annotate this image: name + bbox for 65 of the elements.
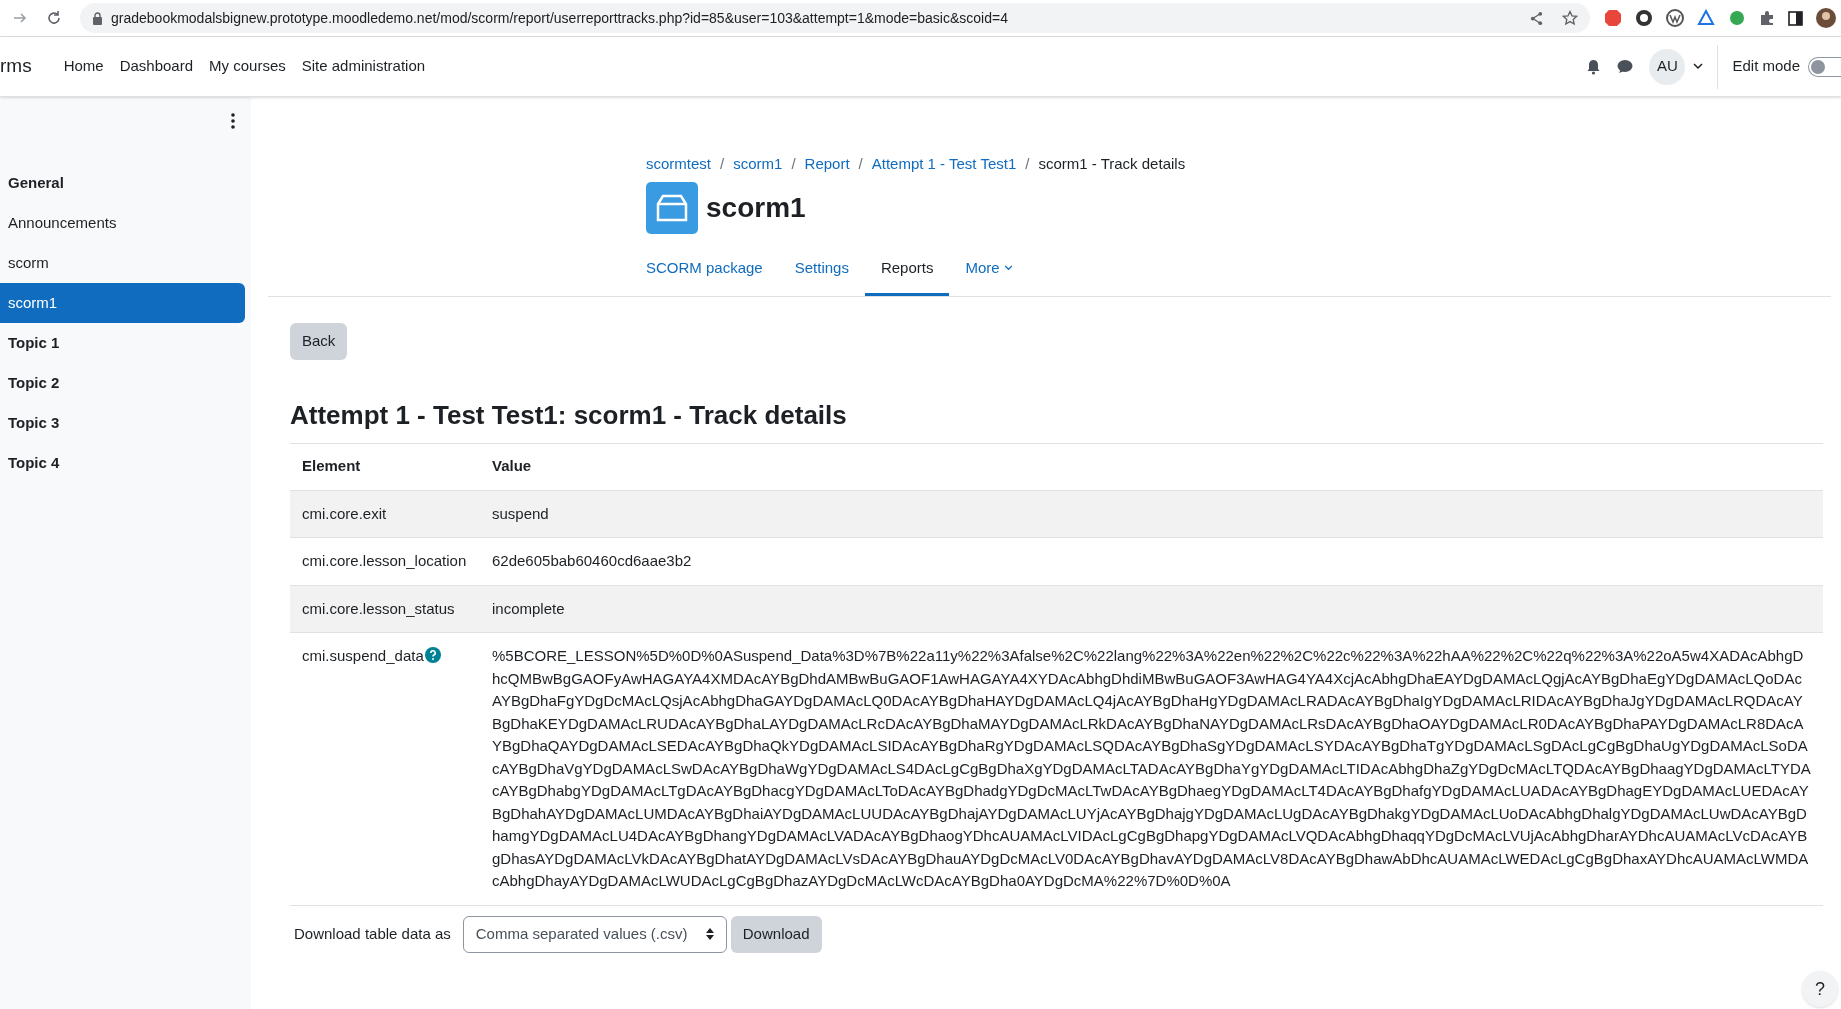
breadcrumb-link[interactable]: Attempt 1 - Test Test1	[871, 153, 1017, 176]
nav-tab[interactable]: SCORM package	[630, 243, 779, 296]
star-icon[interactable]	[1562, 10, 1578, 26]
element-name: cmi.suspend_data	[302, 647, 424, 664]
breadcrumb-separator: /	[720, 154, 725, 174]
breadcrumb-separator: /	[858, 154, 863, 174]
format-select[interactable]: Comma separated values (.csv)	[462, 915, 727, 953]
address-bar[interactable]: gradebookmodalsbignew.prototype.moodledemo.net/mod/scorm/report/userreporttracks.php?id=85&user=103&attempt=1&mode=basic&scoid=4	[80, 3, 1590, 33]
puzzle-icon[interactable]	[1759, 10, 1775, 26]
download-label: Download table data as	[294, 923, 451, 944]
breadcrumb-separator: /	[1025, 154, 1030, 174]
lock-icon	[92, 11, 103, 25]
reload-icon[interactable]	[46, 10, 62, 26]
nav-link[interactable]: Site administration	[301, 55, 426, 78]
activity-link[interactable]: Announcements	[0, 203, 245, 243]
section-link[interactable]: Topic 4	[0, 443, 245, 483]
notification-bell-icon[interactable]	[1586, 58, 1602, 75]
extension-icon[interactable]	[1666, 9, 1684, 27]
caret-icon	[1003, 265, 1013, 271]
breadcrumb-current: scorm1 - Track details	[1038, 154, 1186, 174]
nav-link[interactable]: Dashboard	[119, 55, 194, 78]
chat-bubble-icon[interactable]	[1617, 59, 1634, 74]
caret-icon[interactable]	[1693, 63, 1704, 70]
section-link[interactable]: Topic 1	[0, 323, 245, 363]
back-button[interactable]: Back	[290, 322, 348, 360]
activity-link[interactable]: scorm1	[0, 283, 245, 323]
extension-icon[interactable]	[1635, 9, 1653, 27]
edit-mode-toggle[interactable]	[1808, 56, 1841, 77]
nav-link[interactable]: Home	[63, 55, 104, 78]
nav-tab[interactable]: Reports	[864, 243, 950, 296]
nav-tab[interactable]: More	[949, 243, 1029, 296]
page-title: scorm1	[706, 190, 806, 225]
column-header: Element	[290, 443, 480, 490]
table-cell: cmi.core.lesson_status	[290, 585, 480, 633]
nav-tab[interactable]: Settings	[778, 243, 865, 296]
table-cell: 62de605bab60460cd6aae3b2	[480, 537, 1823, 585]
url-text: gradebookmodalsbignew.prototype.moodledemo.net/mod/scorm/report/userreporttracks.php?id=85&user=103&attempt=1&mode=basic&scoid=4	[111, 8, 1008, 28]
profile-icon[interactable]	[1816, 8, 1836, 28]
download-button[interactable]: Download	[730, 915, 822, 953]
kebab-menu-icon[interactable]	[231, 113, 235, 129]
activity-link[interactable]: scorm	[0, 243, 245, 283]
nav-link[interactable]: My courses	[209, 55, 286, 78]
column-header: Value	[480, 443, 1823, 490]
section-link[interactable]: Topic 2	[0, 363, 245, 403]
help-button[interactable]: ?	[1802, 971, 1838, 1007]
share-icon[interactable]	[1529, 10, 1544, 26]
help-icon[interactable]	[424, 647, 441, 663]
section-heading: Attempt 1 - Test Test1: scorm1 - Track details	[290, 398, 848, 432]
table-cell: cmi.core.lesson_location	[290, 537, 480, 585]
table-cell: incomplete	[480, 585, 1823, 633]
package-box-icon	[646, 181, 698, 234]
table-cell: suspend	[480, 490, 1823, 538]
side-panel-icon[interactable]	[1788, 10, 1803, 26]
breadcrumb-link[interactable]: Report	[804, 153, 850, 176]
breadcrumb-link[interactable]: scormtest	[646, 153, 711, 176]
edit-mode-label: Edit mode	[1732, 56, 1800, 77]
breadcrumb-link[interactable]: scorm1	[733, 153, 783, 176]
select-arrows-icon	[705, 928, 714, 940]
breadcrumb-separator: /	[791, 154, 796, 174]
section-link[interactable]: General	[0, 163, 245, 203]
site-logo-text[interactable]: rms	[0, 52, 32, 81]
user-avatar[interactable]: AU	[1649, 48, 1686, 85]
section-link[interactable]: Topic 3	[0, 403, 245, 443]
table-cell: %5BCORE_LESSON%5D%0D%0ASuspend_Data%3D%7B%22a11y%22%3Afalse%2C%22lang%22%3A%22en%22%2C%22c%22%3A%22hAA%22%2C%22q%22%3A%22oA5w4XADAcAbhgDhcQMBwBgGAOFyAwHAGAYA4XMDAcAYBgDhdAMBwBuGAOF1AwHAGAYA4XYDAcAbhgDhdiMBwBuGAOF3AwHAG4YA4XcjAcAbhgDhaEAYDgDAMAcLQgjAcAYBgDhaEgYDgDAMAcLQoDAcAYBgDhaFgYDgDcMAcLQsjAcAbhgDhaGAYDgDAMAcLQ0DAcAYBgDhaHAYDgDAMAcLQ4jAcAYBgDhaHgYDgDAMAcLRADAcAYBgDhaIgYDgDAMAcLRIDAcAYBgDhaJgYDgDAMAcLRQDAcAYBgDhaKEYDgDAMAcLRUDAcAYBgDhaLAYDgDAMAcLRcDAcAYBgDhaMAYDgDAMAcLRkDAcAYBgDhaNAYDgDAMAcLRsDAcAYBgDhaOAYDgDAMAcLR0DAcAYBgDhaPAYDgDAMAcLR8DAcAYBgDhaQAYDgDAMAcLSEDAcAYBgDhaQkYDgDAMAcLSIDAcAYBgDhaRgYDgDAMAcLSQDAcAYBgDhaSgYDgDAMAcLSYDAcAYBgDhaTgYDgDAMAcLSgDAcLgCgBgDhaUgYDgDAMAcLSoDAcAYBgDhaVgYDgDAMAcLSwDAcAYBgDhaWgYDgDAMAcLS4DAcLgCgBgDhaXgYDgDAMAcLTADAcAYBgDhaYgYDgDAMAcLTIDAcAbhgDhaZgYDgDcMAcLTQDAcAYBgDhaagYDgDAMAcLTYDAcAYBgDhabgYDgDAMAcLTgDAcAYBgDhacgYDgDAMAcLToDAcAYBgDhadgYDgDcMAcLTwDAcAYBgDhaegYDgDAMAcLT4DAcAYBgDhafgYDgDAMAcLUADAcAYBgDhagEYDgDAMAcLUEDAcAYBgDhahAYDgDAMAcLUMDAcAYBgDhaiAYDgDAMAcLUUDAcAYBgDhajAYDgDAMAcLUYjAcAYBgDhajgYDgDAMAcLUgDAcAYBgDhakgYDgDAMAcLUoDAcAbhgDhalgYDgDAMAcLUwDAcAYBgDhamgYDgDAMAcLU4DAcAYBgDhangYDgDAMAcLVADAcAYBgDhaogYDhcAUAMAcLVIDAcLgCgBgDhapgYDgDAMAcLVQDAcAbhgDhaqqYDgDcMAcLVUjAcAbhgDharAYDhcAUAMAcLVcDAcAYBgDhasAYDgDAMAcLVkDAcAYBgDhatAYDgDAMAcLVsDAcAYBgDhauAYDgDcMAcLV0DAcAYBgDhavAYDgDAMAcLV8DAcAYBgDhawAbDhcAUAMAcLWEDAcLgCgBgDhaxAYDhcAUAMAcLWMDAcAbhgDhayAYDgDAMAcLWUDAcLgCgBgDhazAYDgDcMAcLWcDAcAYBgDha0AYDgDcMA%22%7D%0D%0A	[480, 632, 1823, 905]
table-cell: cmi.core.exit	[290, 490, 480, 538]
